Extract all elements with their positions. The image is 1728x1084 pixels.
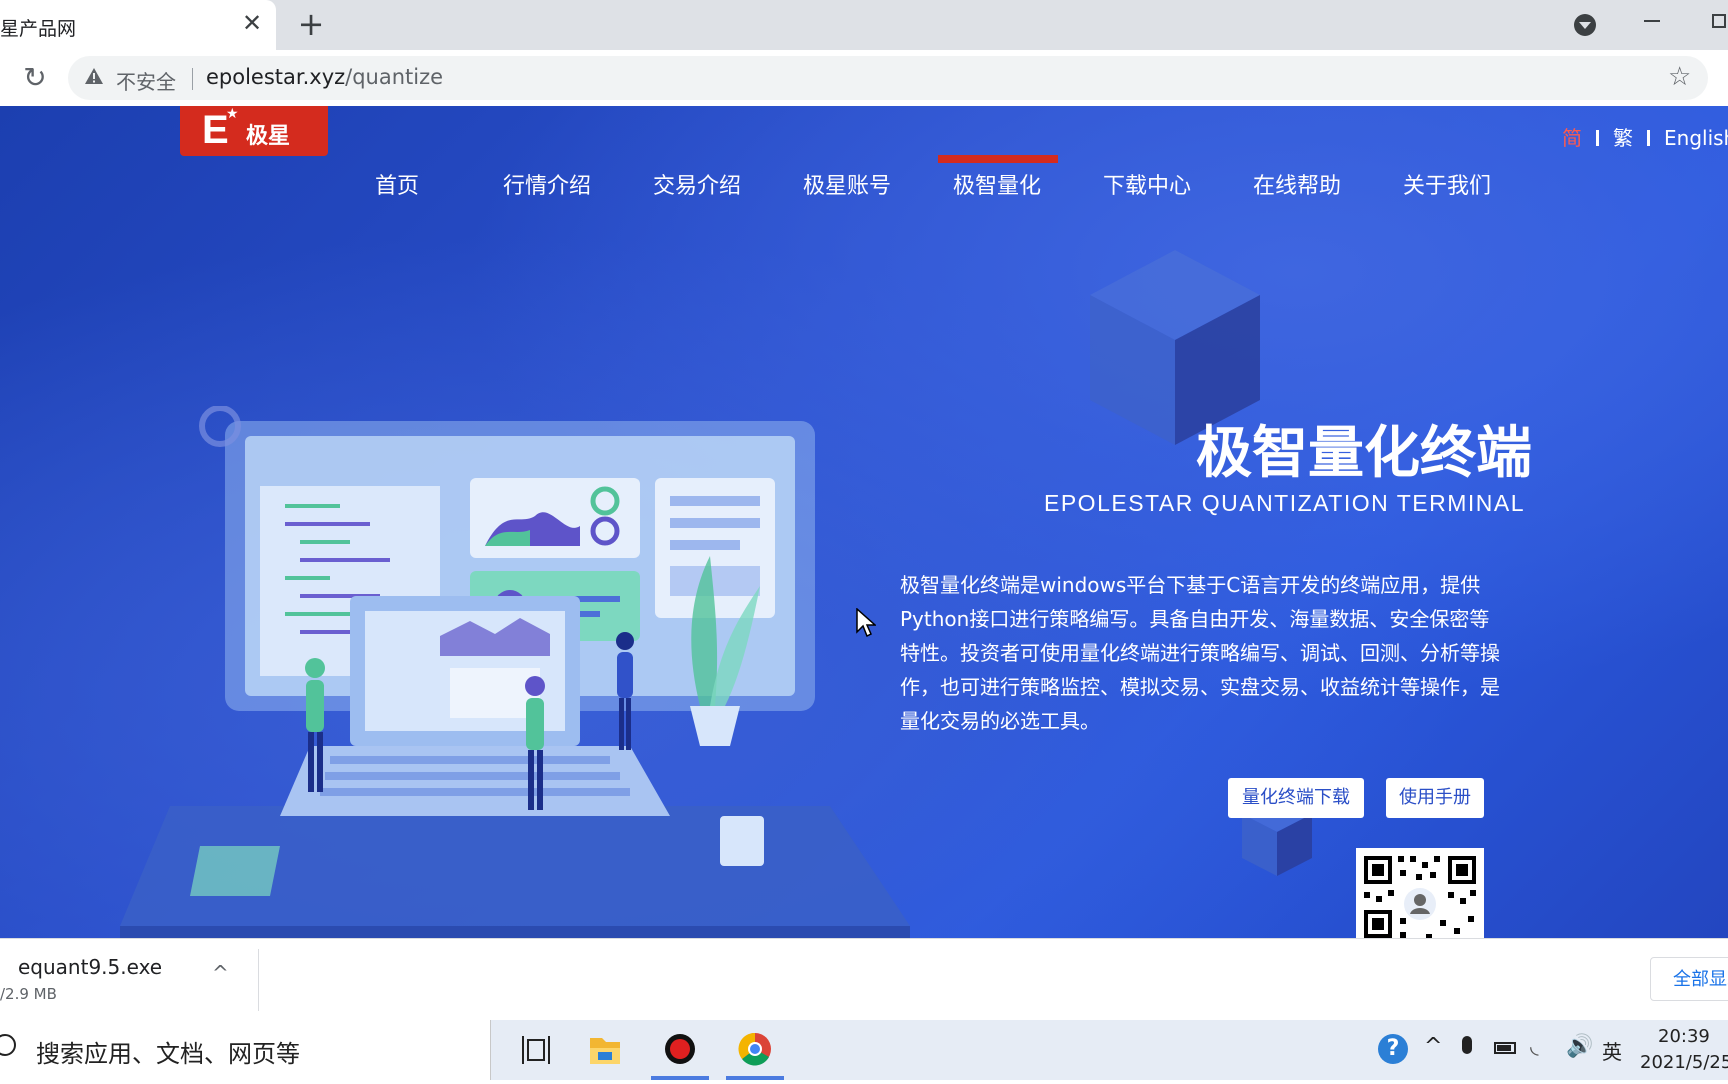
- tab-strip: 星产品网 ✕ +: [0, 0, 1728, 50]
- volume-icon[interactable]: 🔊: [1566, 1034, 1593, 1059]
- url-host: epolestar.xyz: [206, 65, 346, 89]
- lang-english[interactable]: English: [1664, 126, 1728, 150]
- nav-item-quotes[interactable]: 行情介绍: [503, 168, 591, 200]
- workspace-illustration: [120, 406, 910, 938]
- logo-letter: E: [202, 108, 229, 152]
- browser-toolbar: ↻ 不安全 epolestar.xyz/quantize ☆: [0, 50, 1728, 107]
- nav-item-help[interactable]: 在线帮助: [1253, 168, 1341, 200]
- file-explorer-icon[interactable]: [570, 1020, 640, 1080]
- url-divider: [192, 68, 193, 90]
- logo-star-icon: ★: [226, 106, 239, 122]
- hero-subtitle: EPOLESTAR QUANTIZATION TERMINAL: [1044, 490, 1526, 516]
- show-hidden-icons-chevron-icon[interactable]: ^: [1424, 1034, 1442, 1059]
- search-icon: [0, 1034, 16, 1056]
- user-manual-button[interactable]: 使用手册: [1386, 778, 1484, 818]
- microphone-icon[interactable]: [1462, 1036, 1472, 1054]
- download-file-name[interactable]: equant9.5.exe: [18, 955, 162, 979]
- tab-title: 星产品网: [0, 18, 77, 40]
- logo-name: 极星: [246, 124, 291, 149]
- clock-date[interactable]: 2021/5/25: [1640, 1052, 1728, 1073]
- download-divider: [258, 949, 259, 1011]
- mouse-cursor-icon: [856, 608, 876, 638]
- qr-code-icon: [1364, 856, 1476, 938]
- nav-item-home[interactable]: 首页: [375, 168, 419, 200]
- qr-code: [1356, 848, 1484, 938]
- language-switcher: 简 繁 English: [1562, 122, 1728, 151]
- restore-icon[interactable]: [1712, 14, 1726, 28]
- wifi-icon[interactable]: ◟: [1530, 1034, 1539, 1059]
- security-label[interactable]: 不安全: [116, 66, 176, 95]
- warning-icon[interactable]: [84, 66, 104, 86]
- lang-divider: [1596, 130, 1599, 146]
- clock-time[interactable]: 20:39: [1658, 1026, 1710, 1047]
- bookmark-star-icon[interactable]: ☆: [1668, 62, 1691, 92]
- hero-description: 极智量化终端是windows平台下基于C语言开发的终端应用，提供Python接口…: [900, 573, 1500, 733]
- reload-icon[interactable]: ↻: [18, 61, 52, 95]
- help-icon[interactable]: ?: [1378, 1034, 1408, 1064]
- show-all-downloads-button[interactable]: 全部显示: [1650, 957, 1728, 1001]
- site-logo[interactable]: E ★ 极星: [180, 106, 328, 156]
- screen-recorder-icon[interactable]: [645, 1020, 715, 1080]
- input-method-indicator[interactable]: 英: [1602, 1036, 1622, 1065]
- hero-title: 极智量化终端: [1196, 421, 1532, 486]
- download-file-size: /2.9 MB: [0, 985, 57, 1003]
- minimize-icon[interactable]: [1644, 20, 1660, 22]
- browser-tab[interactable]: 星产品网 ✕: [0, 0, 276, 50]
- nav-item-about[interactable]: 关于我们: [1403, 168, 1491, 200]
- nav-active-indicator: [938, 155, 1058, 163]
- address-bar[interactable]: 不安全 epolestar.xyz/quantize ☆: [68, 56, 1708, 100]
- taskbar-search-box[interactable]: 搜索应用、文档、网页等: [0, 1020, 491, 1080]
- chevron-up-icon[interactable]: ^: [212, 961, 229, 985]
- download-shelf: equant9.5.exe /2.9 MB ^ 全部显示: [0, 938, 1728, 1021]
- windows-taskbar: 搜索应用、文档、网页等 ? ^ ◟ 🔊 英 20:39 2021/5/25: [0, 1020, 1728, 1080]
- tab-search-icon[interactable]: [1574, 14, 1596, 36]
- url-text[interactable]: epolestar.xyz/quantize: [206, 65, 443, 89]
- lang-traditional[interactable]: 繁: [1613, 126, 1633, 150]
- download-terminal-button[interactable]: 量化终端下载: [1228, 778, 1364, 818]
- url-path: /quantize: [345, 65, 444, 89]
- taskbar-search-placeholder: 搜索应用、文档、网页等: [36, 1040, 300, 1068]
- new-tab-button[interactable]: +: [293, 6, 329, 42]
- nav-item-download[interactable]: 下载中心: [1103, 168, 1191, 200]
- lang-simplified[interactable]: 简: [1562, 126, 1582, 150]
- nav-item-account[interactable]: 极星账号: [803, 168, 891, 200]
- nav-item-quantize[interactable]: 极智量化: [953, 168, 1041, 200]
- lang-divider: [1647, 130, 1650, 146]
- nav-item-trading[interactable]: 交易介绍: [653, 168, 741, 200]
- close-tab-icon[interactable]: ✕: [238, 9, 266, 37]
- chrome-icon[interactable]: [720, 1020, 790, 1080]
- hero-section: E ★ 极星 简繁English 首页 行情介绍 交易介绍 极星账号 极智量化 …: [0, 106, 1728, 938]
- battery-icon[interactable]: [1494, 1042, 1516, 1054]
